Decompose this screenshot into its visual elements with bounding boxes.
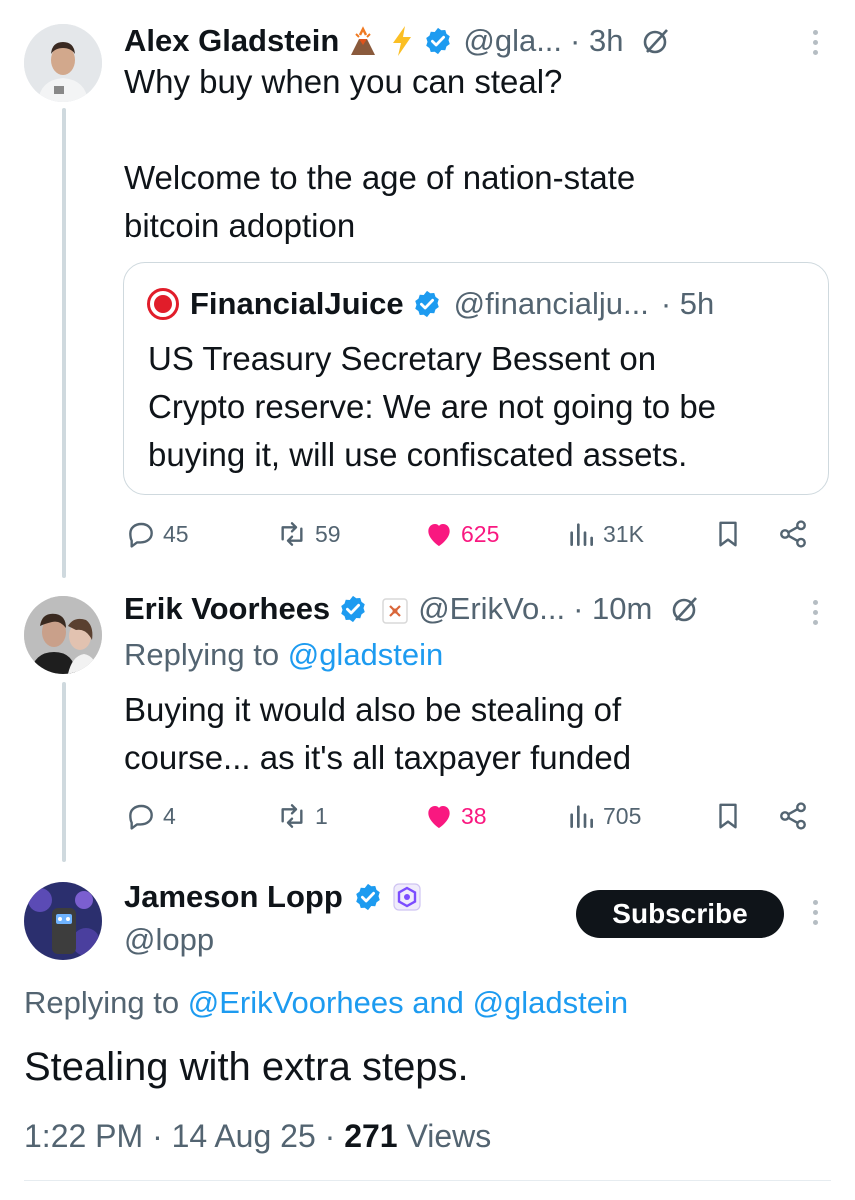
verified-badge-icon — [423, 26, 453, 56]
quote-text: US Treasury Secretary Bessent on Crypto … — [148, 340, 717, 473]
repost-icon — [281, 522, 303, 546]
reply-button[interactable]: 45 — [125, 518, 189, 550]
views-button[interactable]: 31K — [565, 518, 644, 550]
quote-handle: @financialju... — [453, 286, 649, 321]
repost-count: 59 — [315, 520, 341, 547]
reply-count: 4 — [163, 802, 176, 829]
reply-icon — [129, 804, 153, 830]
more-icon[interactable] — [811, 30, 819, 55]
more-icon[interactable] — [811, 900, 819, 925]
tweet-text: Why buy when you can steal? Welcome to t… — [124, 63, 636, 244]
mention-link[interactable]: @gladstein — [288, 637, 444, 672]
share-icon — [780, 802, 806, 830]
avatar[interactable] — [24, 596, 102, 674]
display-name[interactable]: Alex Gladstein — [124, 23, 339, 59]
views-count: 271 — [344, 1118, 398, 1154]
like-button[interactable]: 38 — [423, 800, 487, 832]
display-name[interactable]: Jameson Lopp — [124, 879, 343, 915]
subscribe-button[interactable]: Subscribe — [576, 890, 784, 938]
affiliate-badge-icon — [382, 596, 408, 624]
tweet-text: Buying it would also be stealing of cour… — [124, 691, 632, 776]
repost-count: 1 — [315, 802, 328, 829]
verified-badge-icon — [412, 289, 442, 319]
affiliate-badge-icon — [393, 883, 421, 911]
like-icon — [428, 524, 450, 546]
thread-line — [62, 682, 66, 862]
quote-display-name: FinancialJuice — [190, 286, 404, 321]
reply-count: 45 — [163, 520, 189, 547]
tweet-header: Jameson Lopp — [124, 878, 421, 916]
tweet-timestamp[interactable]: 1:22 PM · 14 Aug 25 · — [24, 1118, 335, 1154]
handle[interactable]: @gla... — [463, 23, 562, 59]
divider — [24, 1180, 831, 1181]
reply-button[interactable]: 4 — [125, 800, 176, 832]
tweet-header: Erik Voorhees @ErikVo... · 10m — [124, 590, 700, 628]
timestamp[interactable]: · 3h — [570, 23, 623, 59]
share-button[interactable] — [777, 518, 809, 550]
more-icon[interactable] — [811, 600, 819, 625]
lightning-emoji — [389, 25, 415, 57]
bookmark-button[interactable] — [713, 800, 743, 832]
display-name[interactable]: Erik Voorhees — [124, 591, 330, 627]
repost-button[interactable]: 1 — [275, 800, 328, 832]
volcano-emoji — [347, 25, 379, 57]
verified-badge-icon — [353, 882, 383, 912]
repost-button[interactable]: 59 — [275, 518, 341, 550]
bookmark-icon — [719, 521, 737, 547]
mention-link[interactable]: @gladstein — [473, 985, 629, 1020]
tweet-header: Alex Gladstein @gla... · 3h — [124, 22, 671, 60]
mention-link[interactable]: @ErikVoorhees — [188, 985, 404, 1020]
bookmark-button[interactable] — [713, 518, 743, 550]
like-icon — [428, 806, 450, 828]
thread-line — [62, 108, 66, 578]
quoted-tweet[interactable]: FinancialJuice @financialju... · 5h US T… — [123, 262, 829, 495]
replying-to: Replying to @gladstein — [124, 637, 444, 672]
tweet-meta: 1:22 PM · 14 Aug 25 · 271 Views — [24, 1118, 491, 1155]
avatar[interactable] — [24, 24, 102, 102]
views-label: Views — [406, 1118, 492, 1154]
financialjuice-logo-icon — [146, 287, 180, 321]
verified-badge-icon — [338, 594, 368, 624]
timestamp[interactable]: · 10m — [573, 591, 652, 627]
avatar[interactable] — [24, 882, 102, 960]
handle[interactable]: @ErikVo... — [418, 591, 565, 627]
action-bar: 45 59 625 31K — [125, 518, 815, 558]
bookmark-icon — [719, 803, 737, 829]
like-count: 625 — [461, 520, 500, 547]
view-count: 31K — [603, 520, 644, 547]
quote-timestamp: · 5h — [660, 286, 715, 321]
grok-icon[interactable] — [641, 26, 671, 56]
views-icon — [570, 805, 593, 828]
quote-header: FinancialJuice @financialju... · 5h — [146, 285, 714, 323]
share-button[interactable] — [777, 800, 809, 832]
grok-icon[interactable] — [670, 594, 700, 624]
like-button[interactable]: 625 — [423, 518, 499, 550]
action-bar: 4 1 38 705 — [125, 800, 815, 840]
reply-icon — [129, 522, 153, 548]
handle[interactable]: @lopp — [124, 922, 214, 958]
share-icon — [780, 520, 806, 548]
replying-to: Replying to @ErikVoorhees and @gladstein — [24, 985, 629, 1020]
repost-icon — [281, 804, 303, 828]
like-count: 38 — [461, 802, 487, 829]
tweet-text: Stealing with extra steps. — [24, 1045, 469, 1089]
view-count: 705 — [603, 802, 642, 829]
views-button[interactable]: 705 — [565, 800, 641, 832]
views-icon — [570, 523, 593, 546]
